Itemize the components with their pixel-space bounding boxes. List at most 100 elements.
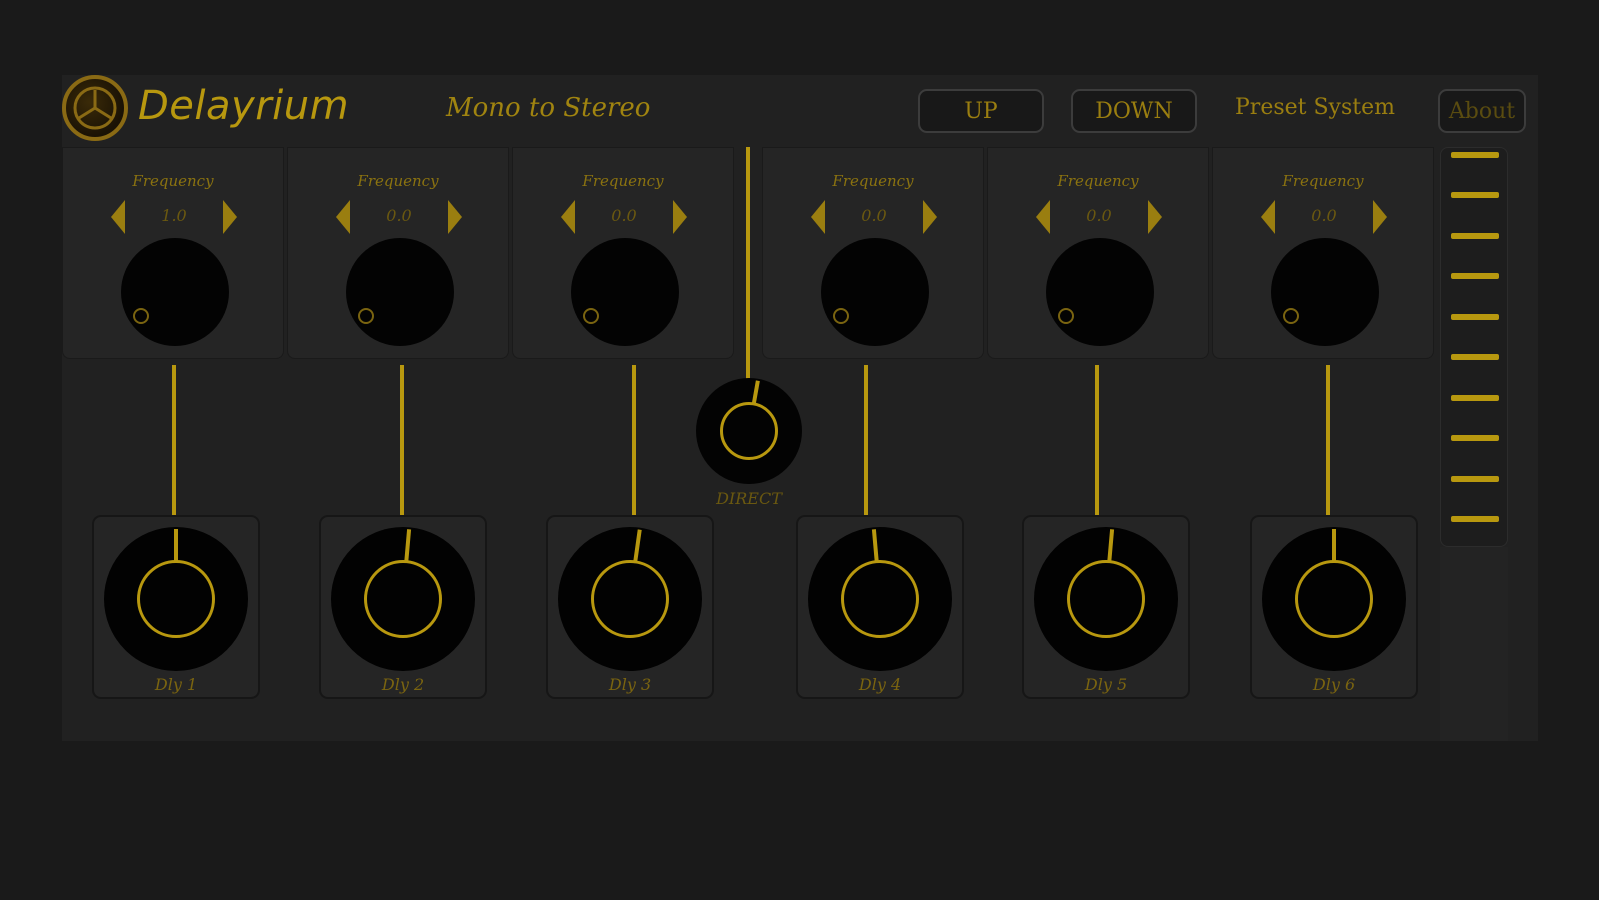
- knob-pointer: [404, 529, 412, 562]
- arrow-right-icon[interactable]: [1373, 200, 1387, 234]
- delay-knob[interactable]: [331, 527, 475, 671]
- logo-icon: [62, 75, 128, 141]
- arrow-right-icon[interactable]: [673, 200, 687, 234]
- frequency-knob[interactable]: [821, 238, 929, 346]
- knob-indicator: [133, 308, 149, 324]
- frequency-label: Frequency: [582, 172, 664, 190]
- frequency-knob[interactable]: [1046, 238, 1154, 346]
- frequency-panel-2: Frequency 0.0: [287, 147, 509, 359]
- meter-base: [1440, 547, 1508, 741]
- preset-up-button[interactable]: UP: [918, 89, 1044, 133]
- direct-knob[interactable]: [696, 378, 802, 484]
- meter-segment: [1451, 314, 1499, 320]
- delay-knob[interactable]: [558, 527, 702, 671]
- knob-pointer: [1107, 529, 1115, 562]
- delay-label: Dly 3: [608, 675, 652, 694]
- frequency-label: Frequency: [832, 172, 914, 190]
- signal-line: [1326, 365, 1330, 515]
- meter-segment: [1451, 192, 1499, 198]
- frequency-label: Frequency: [1282, 172, 1364, 190]
- meter-segment: [1451, 516, 1499, 522]
- delay-panel-1: Dly 1: [92, 515, 260, 699]
- knob-indicator: [583, 308, 599, 324]
- mode-label: Mono to Stereo: [446, 93, 651, 123]
- arrow-left-icon[interactable]: [811, 200, 825, 234]
- delay-panel-6: Dly 6: [1250, 515, 1418, 699]
- signal-line: [1095, 365, 1099, 515]
- knob-pointer: [1332, 529, 1336, 561]
- arrow-left-icon[interactable]: [336, 200, 350, 234]
- plugin-window: Delayrium Mono to Stereo UP DOWN Preset …: [62, 75, 1538, 741]
- meter-segment: [1451, 354, 1499, 360]
- arrow-left-icon[interactable]: [561, 200, 575, 234]
- frequency-panel-3: Frequency 0.0: [512, 147, 734, 359]
- frequency-value: 0.0: [386, 206, 412, 225]
- knob-ring: [137, 560, 215, 638]
- preset-system-label: Preset System: [1235, 95, 1395, 120]
- arrow-right-icon[interactable]: [923, 200, 937, 234]
- delay-panel-2: Dly 2: [319, 515, 487, 699]
- direct-label: DIRECT: [716, 489, 782, 508]
- knob-ring: [364, 560, 442, 638]
- knob-pointer: [871, 529, 879, 562]
- frequency-value: 1.0: [161, 206, 187, 225]
- meter-segment: [1451, 152, 1499, 158]
- frequency-knob[interactable]: [121, 238, 229, 346]
- level-meter: [1440, 147, 1508, 547]
- arrow-left-icon[interactable]: [111, 200, 125, 234]
- frequency-value: 0.0: [1311, 206, 1337, 225]
- frequency-knob[interactable]: [571, 238, 679, 346]
- frequency-panel-6: Frequency 0.0: [1212, 147, 1434, 359]
- knob-indicator: [1283, 308, 1299, 324]
- knob-ring: [1295, 560, 1373, 638]
- direct-signal-line: [746, 147, 750, 383]
- frequency-value: 0.0: [1086, 206, 1112, 225]
- about-button[interactable]: About: [1438, 89, 1526, 133]
- delay-label: Dly 6: [1312, 675, 1356, 694]
- signal-line: [400, 365, 404, 515]
- delay-knob[interactable]: [1262, 527, 1406, 671]
- header: Delayrium Mono to Stereo UP DOWN Preset …: [62, 75, 1538, 147]
- frequency-knob[interactable]: [346, 238, 454, 346]
- knob-pointer: [633, 529, 642, 562]
- meter-segment: [1451, 395, 1499, 401]
- brand-title: Delayrium: [138, 83, 350, 129]
- frequency-label: Frequency: [1057, 172, 1139, 190]
- meter-segment: [1451, 435, 1499, 441]
- delay-label: Dly 5: [1084, 675, 1128, 694]
- signal-line: [172, 365, 176, 515]
- frequency-panel-5: Frequency 0.0: [987, 147, 1209, 359]
- arrow-right-icon[interactable]: [223, 200, 237, 234]
- preset-down-button[interactable]: DOWN: [1071, 89, 1197, 133]
- signal-line: [864, 365, 868, 515]
- meter-segment: [1451, 233, 1499, 239]
- frequency-panel-4: Frequency 0.0: [762, 147, 984, 359]
- meter-segment: [1451, 476, 1499, 482]
- delay-panel-5: Dly 5: [1022, 515, 1190, 699]
- arrow-right-icon[interactable]: [448, 200, 462, 234]
- delay-label: Dly 1: [154, 675, 198, 694]
- delay-knob[interactable]: [1034, 527, 1178, 671]
- delay-knob[interactable]: [808, 527, 952, 671]
- arrow-left-icon[interactable]: [1036, 200, 1050, 234]
- frequency-label: Frequency: [132, 172, 214, 190]
- knob-pointer: [174, 529, 178, 561]
- frequency-value: 0.0: [861, 206, 887, 225]
- knob-indicator: [1058, 308, 1074, 324]
- frequency-knob[interactable]: [1271, 238, 1379, 346]
- frequency-panel-1: Frequency 1.0: [62, 147, 284, 359]
- signal-line: [632, 365, 636, 515]
- delay-panel-3: Dly 3: [546, 515, 714, 699]
- delay-knob[interactable]: [104, 527, 248, 671]
- knob-indicator: [833, 308, 849, 324]
- knob-ring: [1067, 560, 1145, 638]
- frequency-label: Frequency: [357, 172, 439, 190]
- meter-segment: [1451, 273, 1499, 279]
- arrow-left-icon[interactable]: [1261, 200, 1275, 234]
- knob-ring: [720, 402, 778, 460]
- arrow-right-icon[interactable]: [1148, 200, 1162, 234]
- knob-pointer: [751, 380, 760, 405]
- delay-panel-4: Dly 4: [796, 515, 964, 699]
- delay-label: Dly 4: [858, 675, 902, 694]
- knob-ring: [591, 560, 669, 638]
